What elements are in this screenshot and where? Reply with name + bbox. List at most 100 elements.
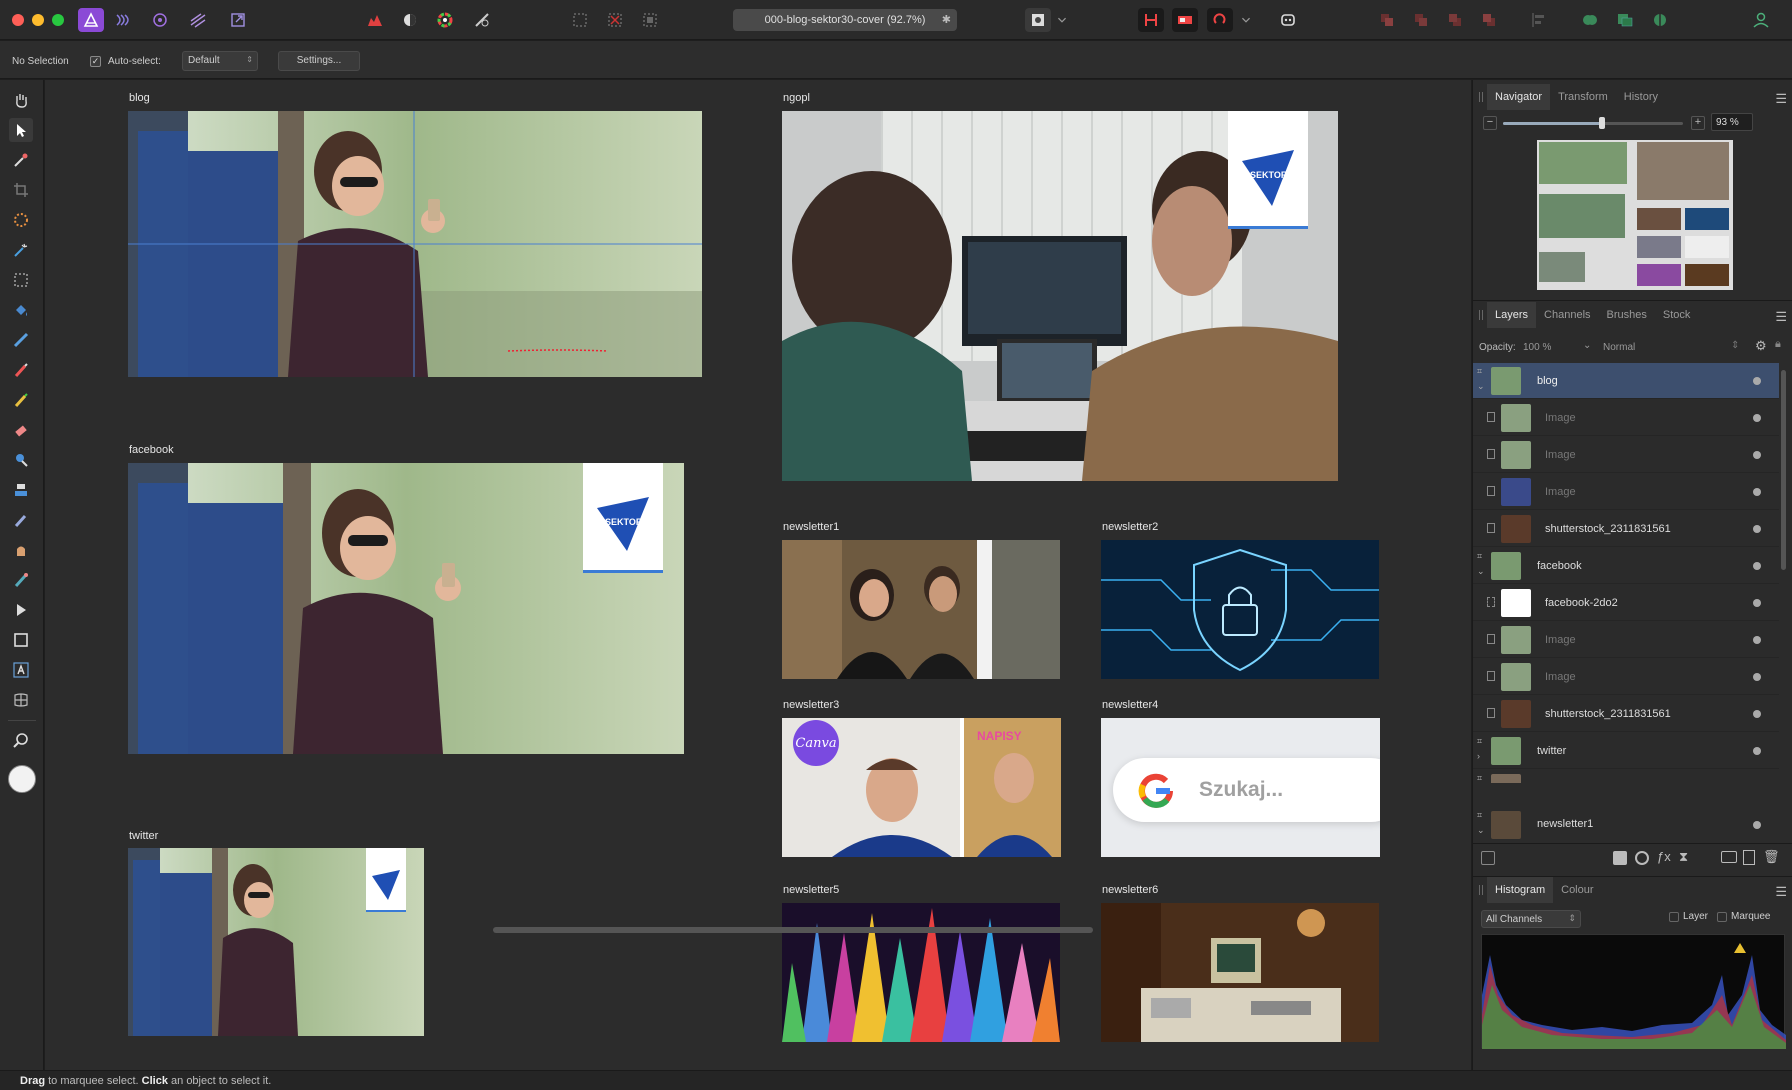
artboard-newsletter2[interactable] bbox=[1101, 540, 1379, 679]
zoom-window-button[interactable] bbox=[52, 14, 64, 26]
autoselect-checkbox[interactable]: ✓ bbox=[90, 56, 101, 67]
export-persona-icon[interactable] bbox=[225, 8, 251, 32]
visibility-dot-icon[interactable] bbox=[1753, 450, 1761, 459]
selection-brush-tool-icon[interactable] bbox=[9, 208, 33, 232]
close-document-icon[interactable]: ✱ bbox=[942, 13, 951, 26]
photo-persona-icon[interactable] bbox=[78, 8, 104, 32]
layer-row-ngopl[interactable]: ⌗ › ngopl bbox=[1473, 770, 1779, 783]
inpainting-tool-icon[interactable] bbox=[9, 568, 33, 592]
mask-layer-icon[interactable] bbox=[1613, 851, 1627, 865]
flood-fill-tool-icon[interactable] bbox=[9, 298, 33, 322]
chevron-down-icon[interactable]: ⌄ bbox=[1583, 340, 1591, 351]
gradient-tool-icon[interactable] bbox=[9, 328, 33, 352]
marquee-tool-icon[interactable] bbox=[9, 268, 33, 292]
group-layers-icon[interactable] bbox=[1721, 851, 1737, 863]
dodge-tool-icon[interactable] bbox=[9, 448, 33, 472]
artboard-blog[interactable] bbox=[128, 111, 702, 377]
layer-mode-icon[interactable] bbox=[1481, 851, 1495, 865]
fx-icon[interactable]: ƒx bbox=[1657, 849, 1671, 864]
snapping-icon[interactable] bbox=[1138, 8, 1164, 32]
wb-icon[interactable] bbox=[469, 8, 495, 32]
levels-icon[interactable] bbox=[362, 8, 388, 32]
visibility-dot-icon[interactable] bbox=[1753, 598, 1761, 607]
navigator-preview[interactable] bbox=[1537, 140, 1733, 290]
visibility-dot-icon[interactable] bbox=[1753, 672, 1761, 681]
tab-stock[interactable]: Stock bbox=[1655, 302, 1699, 328]
opacity-value[interactable]: 100 % bbox=[1523, 342, 1551, 353]
visibility-dot-icon[interactable] bbox=[1753, 524, 1761, 533]
move-tool-icon[interactable] bbox=[9, 118, 33, 142]
tab-brushes[interactable]: Brushes bbox=[1599, 302, 1655, 328]
node-tool-icon[interactable] bbox=[9, 598, 33, 622]
chevron-down-icon[interactable]: ⌄ bbox=[1477, 566, 1485, 577]
lock-icon[interactable]: 🔒︎ bbox=[1775, 338, 1781, 351]
arrange-forward-icon[interactable] bbox=[1442, 8, 1468, 32]
arrange-front-icon[interactable] bbox=[1476, 8, 1502, 32]
panel-menu-icon[interactable]: ☰ bbox=[1775, 884, 1787, 900]
force-pixel-alignment-icon[interactable] bbox=[1172, 8, 1198, 32]
zoom-value-field[interactable]: 93 % bbox=[1711, 113, 1753, 131]
artboard-facebook[interactable]: SEKTOR 3.0 bbox=[128, 463, 684, 754]
crop-tool-icon[interactable] bbox=[9, 178, 33, 202]
color-wheel-icon[interactable] bbox=[432, 8, 458, 32]
boolean-subtract-icon[interactable] bbox=[1612, 8, 1638, 32]
panel-grip-icon[interactable] bbox=[1479, 92, 1483, 102]
close-window-button[interactable] bbox=[12, 14, 24, 26]
erase-brush-tool-icon[interactable] bbox=[9, 418, 33, 442]
smudge-tool-icon[interactable] bbox=[9, 538, 33, 562]
zoom-tool-icon[interactable] bbox=[9, 728, 33, 752]
tab-layers[interactable]: Layers bbox=[1487, 302, 1537, 328]
develop-persona-icon[interactable] bbox=[147, 8, 173, 32]
arrange-backward-icon[interactable] bbox=[1408, 8, 1434, 32]
visibility-dot-icon[interactable] bbox=[1753, 746, 1761, 755]
visibility-dot-icon[interactable] bbox=[1753, 635, 1761, 644]
move-by-whole-pixels-icon[interactable] bbox=[1207, 8, 1233, 32]
paint-brush-tool-icon[interactable] bbox=[9, 358, 33, 382]
layer-row-twitter[interactable]: ⌗ › twitter bbox=[1473, 733, 1779, 769]
canvas[interactable]: blog facebook SEKTOR 3.0 twitter ngopl S… bbox=[45, 80, 1471, 1070]
horizontal-scrollbar[interactable] bbox=[493, 927, 1093, 933]
invert-selection-icon[interactable] bbox=[637, 8, 663, 32]
primary-color-swatch[interactable] bbox=[8, 765, 36, 793]
layer-row-facebook-2do2[interactable]: facebook-2do2 bbox=[1473, 585, 1779, 621]
tone-mapping-persona-icon[interactable] bbox=[185, 8, 211, 32]
zoom-out-button[interactable]: − bbox=[1483, 116, 1497, 130]
artboard-newsletter3[interactable]: NAPISY Canva bbox=[782, 718, 1061, 857]
blend-mode-dropdown[interactable]: Normal bbox=[1603, 342, 1635, 353]
layer-row-shutterstock[interactable]: shutterstock_2311831561 bbox=[1473, 511, 1779, 547]
layers-scrollbar[interactable] bbox=[1781, 370, 1786, 570]
panel-menu-icon[interactable]: ☰ bbox=[1775, 91, 1787, 107]
artboard-newsletter6[interactable] bbox=[1101, 903, 1379, 1042]
live-filter-icon[interactable]: ⧗ bbox=[1679, 849, 1688, 865]
artboard-newsletter4[interactable]: Szukaj... bbox=[1101, 718, 1380, 857]
layer-checkbox[interactable] bbox=[1669, 912, 1679, 922]
chevron-down-icon[interactable]: ⌄ bbox=[1477, 381, 1485, 392]
align-icon[interactable] bbox=[1526, 8, 1552, 32]
zoom-slider[interactable] bbox=[1503, 117, 1683, 129]
tab-navigator[interactable]: Navigator bbox=[1487, 84, 1551, 110]
hand-tool-icon[interactable] bbox=[9, 88, 33, 112]
artboard-newsletter1[interactable] bbox=[782, 540, 1060, 679]
add-pixel-layer-icon[interactable] bbox=[1743, 850, 1755, 865]
tab-transform[interactable]: Transform bbox=[1550, 84, 1616, 110]
snapping-dropdown-icon[interactable] bbox=[1238, 8, 1254, 32]
arrange-back-icon[interactable] bbox=[1374, 8, 1400, 32]
visibility-dot-icon[interactable] bbox=[1753, 709, 1761, 718]
tab-colour[interactable]: Colour bbox=[1553, 877, 1601, 903]
visibility-dot-icon[interactable] bbox=[1753, 376, 1761, 385]
panel-menu-icon[interactable]: ☰ bbox=[1775, 309, 1787, 325]
layer-row-image[interactable]: Image bbox=[1473, 622, 1779, 658]
mesh-warp-tool-icon[interactable] bbox=[9, 688, 33, 712]
marquee-checkbox[interactable] bbox=[1717, 912, 1727, 922]
chevron-right-icon[interactable]: › bbox=[1477, 751, 1480, 761]
visibility-dot-icon[interactable] bbox=[1753, 821, 1761, 829]
layer-row-image[interactable]: Image bbox=[1473, 400, 1779, 436]
layer-row-image[interactable]: Image bbox=[1473, 659, 1779, 695]
boolean-intersect-icon[interactable] bbox=[1647, 8, 1673, 32]
layer-row-facebook[interactable]: ⌗ ⌄ facebook bbox=[1473, 548, 1779, 584]
chevron-down-icon[interactable]: ⌄ bbox=[1477, 825, 1485, 836]
tab-history[interactable]: History bbox=[1616, 84, 1666, 110]
channel-dropdown[interactable]: All Channels ⇕ bbox=[1481, 910, 1581, 928]
zoom-in-button[interactable]: + bbox=[1691, 116, 1705, 130]
gear-icon[interactable]: ⚙ bbox=[1755, 338, 1767, 354]
